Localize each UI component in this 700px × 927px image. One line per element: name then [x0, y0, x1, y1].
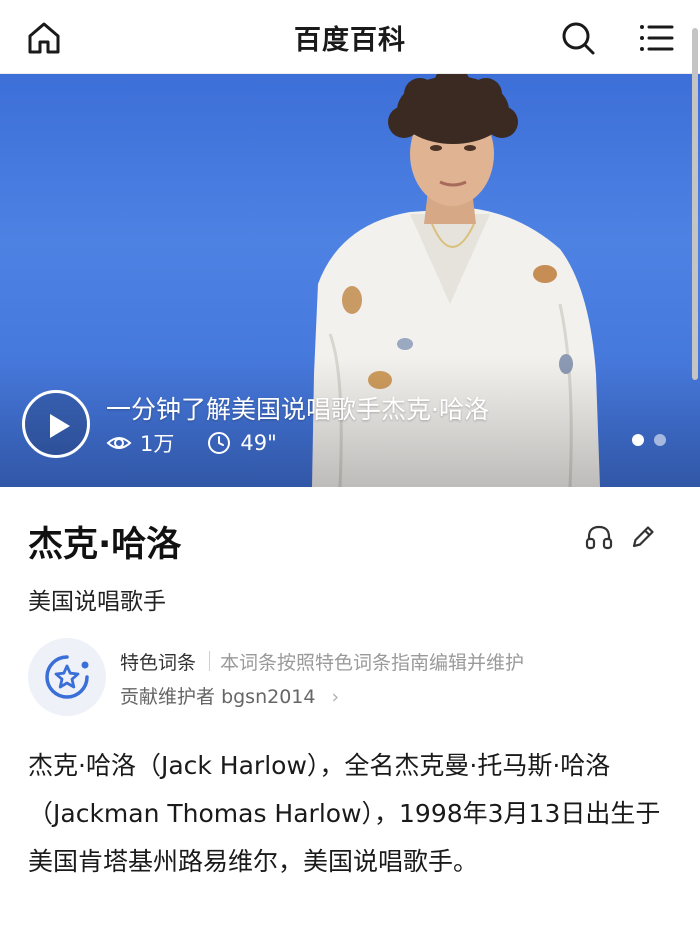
featured-description: 本词条按照特色词条指南编辑并维护	[220, 652, 525, 674]
entry-summary: 杰克·哈洛（Jack Harlow），全名杰克曼·托马斯·哈洛（Jackman …	[28, 751, 661, 876]
video-title[interactable]: 一分钟了解美国说唱歌手杰克·哈洛	[106, 390, 489, 426]
chevron-right-icon: ›	[331, 686, 340, 708]
contributor-label: 贡献维护者	[120, 686, 216, 708]
eye-icon	[106, 437, 132, 449]
contributor-name: bgsn2014	[221, 686, 316, 708]
featured-label: 特色词条	[120, 652, 197, 674]
clock-icon	[208, 432, 231, 454]
contributor-link[interactable]: 贡献维护者 bgsn2014 ›	[120, 682, 339, 709]
search-icon[interactable]	[558, 18, 598, 58]
play-icon	[50, 414, 70, 438]
carousel-dot-1[interactable]	[632, 434, 644, 446]
entry-subtitle: 美国说唱歌手	[28, 589, 166, 615]
page-scrollbar[interactable]	[692, 28, 698, 380]
pencil-icon[interactable]	[628, 522, 658, 552]
featured-divider	[209, 651, 210, 671]
menu-icon[interactable]	[636, 18, 676, 58]
video-banner[interactable]: 一分钟了解美国说唱歌手杰克·哈洛 1万 49"	[0, 74, 700, 487]
featured-badge	[28, 638, 106, 716]
headphones-icon[interactable]	[584, 522, 614, 552]
play-button[interactable]	[22, 390, 90, 458]
top-nav-bar: 百度百科	[0, 0, 700, 74]
entry-title: 杰克·哈洛	[28, 525, 182, 565]
star-badge-icon	[45, 655, 89, 699]
carousel-dot-2[interactable]	[654, 434, 666, 446]
carousel-dots	[632, 434, 676, 446]
video-duration: 49"	[240, 431, 277, 455]
video-meta: 1万 49"	[106, 428, 277, 458]
view-count: 1万	[140, 432, 175, 456]
